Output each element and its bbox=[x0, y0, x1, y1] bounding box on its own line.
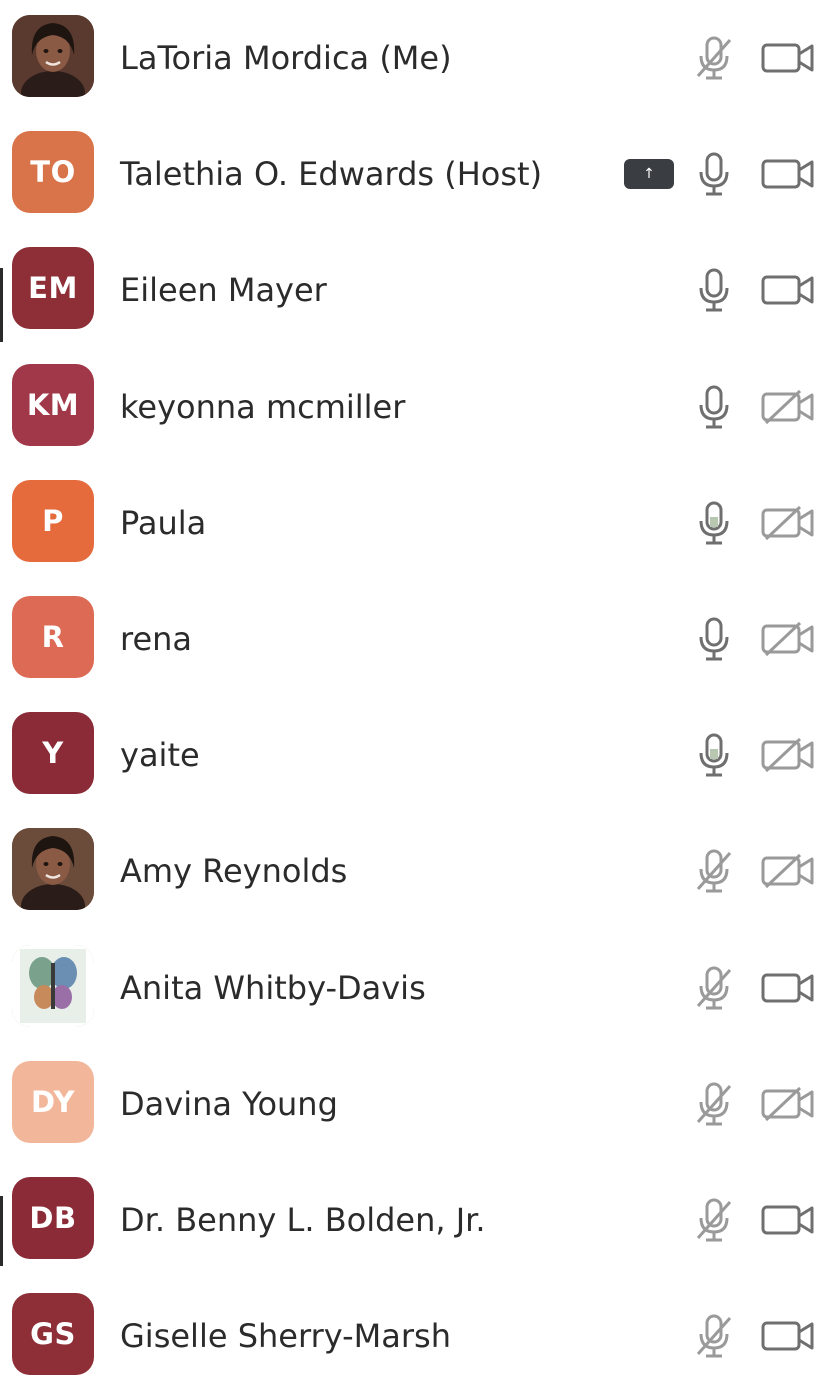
avatar-initials: KM bbox=[12, 364, 94, 446]
video-camera-off-icon[interactable] bbox=[760, 1086, 816, 1122]
avatar-initials: EM bbox=[12, 247, 94, 329]
participant-row-talethia-o-edwards-host[interactable]: TO Talethia O. Edwards (Host) ↑ bbox=[0, 116, 819, 232]
avatar-initials: DY bbox=[12, 1061, 94, 1143]
microphone-speaking-icon[interactable] bbox=[692, 731, 736, 779]
butterfly-photo-icon bbox=[12, 945, 94, 1027]
video-camera-off-icon[interactable] bbox=[760, 505, 816, 541]
avatar-initials: P bbox=[12, 480, 94, 562]
avatar-initials: GS bbox=[12, 1293, 94, 1375]
microphone-icon[interactable] bbox=[692, 150, 736, 198]
participant-name: Talethia O. Edwards (Host) bbox=[120, 155, 543, 193]
microphone-icon[interactable] bbox=[692, 615, 736, 663]
microphone-speaking-icon[interactable] bbox=[692, 499, 736, 547]
participant-name: yaite bbox=[120, 736, 200, 774]
avatar-initials: R bbox=[12, 596, 94, 678]
participant-name: Paula bbox=[120, 504, 207, 542]
participant-name: Anita Whitby-Davis bbox=[120, 969, 426, 1007]
participant-row-davina-young[interactable]: DY Davina Young bbox=[0, 1046, 819, 1162]
video-camera-off-icon[interactable] bbox=[760, 389, 816, 425]
participant-row-keyonna-mcmiller[interactable]: KM keyonna mcmiller bbox=[0, 349, 819, 465]
avatar-initials: TO bbox=[12, 131, 94, 213]
participant-name: Amy Reynolds bbox=[120, 852, 348, 890]
participant-name: LaToria Mordica (Me) bbox=[120, 39, 452, 77]
participant-name: Eileen Mayer bbox=[120, 271, 327, 309]
video-camera-icon[interactable] bbox=[760, 156, 816, 192]
microphone-muted-icon[interactable] bbox=[692, 1080, 736, 1128]
participant-row-dr-benny-l-bolden-jr[interactable]: DB Dr. Benny L. Bolden, Jr. bbox=[0, 1162, 819, 1278]
raised-hand-icon[interactable]: ↑ bbox=[624, 159, 674, 189]
participant-name: Giselle Sherry-Marsh bbox=[120, 1317, 451, 1355]
microphone-muted-icon[interactable] bbox=[692, 34, 736, 82]
video-camera-icon[interactable] bbox=[760, 1318, 816, 1354]
participant-row-paula[interactable]: P Paula bbox=[0, 465, 819, 581]
microphone-muted-icon[interactable] bbox=[692, 1312, 736, 1360]
participants-list: LaToria Mordica (Me) TO Talethia O. Edward… bbox=[0, 0, 819, 1391]
participant-row-rena[interactable]: Rrena bbox=[0, 581, 819, 697]
participant-row-anita-whitby-davis[interactable]: Anita Whitby-Davis bbox=[0, 930, 819, 1046]
video-camera-icon[interactable] bbox=[760, 40, 816, 76]
participant-name: keyonna mcmiller bbox=[120, 388, 406, 426]
participant-name: rena bbox=[120, 620, 193, 658]
video-camera-icon[interactable] bbox=[760, 1202, 816, 1238]
microphone-muted-icon[interactable] bbox=[692, 964, 736, 1012]
microphone-muted-icon[interactable] bbox=[692, 847, 736, 895]
avatar-initials: Y bbox=[12, 712, 94, 794]
microphone-icon[interactable] bbox=[692, 383, 736, 431]
woman-photo-icon bbox=[12, 828, 94, 910]
video-camera-off-icon[interactable] bbox=[760, 853, 816, 889]
video-camera-off-icon[interactable] bbox=[760, 737, 816, 773]
microphone-muted-icon[interactable] bbox=[692, 1196, 736, 1244]
participant-row-giselle-sherry-marsh[interactable]: GS Giselle Sherry-Marsh bbox=[0, 1278, 819, 1394]
participant-name: Davina Young bbox=[120, 1085, 338, 1123]
participant-row-amy-reynolds[interactable]: Amy Reynolds bbox=[0, 813, 819, 929]
participant-row-latoria-mordica-me[interactable]: LaToria Mordica (Me) bbox=[0, 0, 819, 116]
video-camera-off-icon[interactable] bbox=[760, 621, 816, 657]
video-camera-icon[interactable] bbox=[760, 272, 816, 308]
participant-row-eileen-mayer[interactable]: EM Eileen Mayer bbox=[0, 232, 819, 348]
avatar-initials: DB bbox=[12, 1177, 94, 1259]
participant-name: Dr. Benny L. Bolden, Jr. bbox=[120, 1201, 486, 1239]
microphone-icon[interactable] bbox=[692, 266, 736, 314]
video-camera-icon[interactable] bbox=[760, 970, 816, 1006]
woman-photo-icon bbox=[12, 15, 94, 97]
participant-row-yaite[interactable]: Yyaite bbox=[0, 697, 819, 813]
